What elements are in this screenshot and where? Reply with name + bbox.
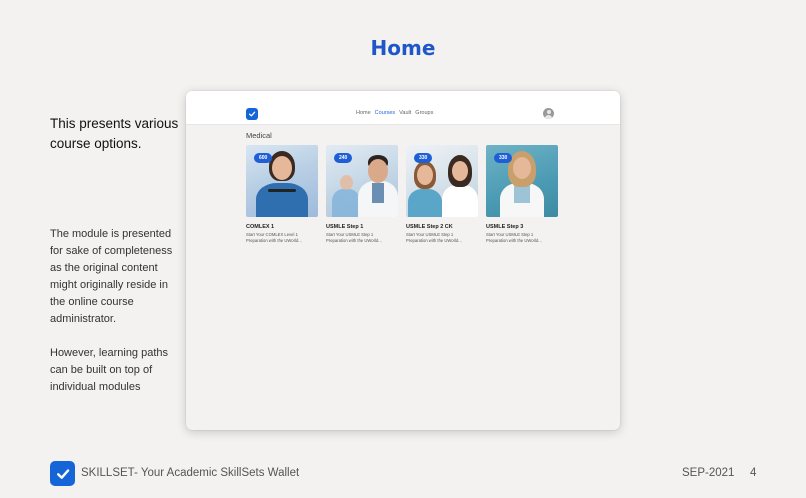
course-card[interactable]: 600 COMLEX 1 Start Your COMLEX Level 1 P… [246, 145, 318, 244]
course-description: Start Your USMLE Step 1 Preparation with… [406, 232, 462, 243]
course-card[interactable]: 330 USMLE Step 2 CK Start Your USMLE Ste… [406, 145, 478, 244]
slide-notes: The module is presented for sake of comp… [50, 226, 182, 396]
section-title: Medical [246, 131, 272, 140]
check-icon [50, 461, 75, 486]
nav-link-groups[interactable]: Groups [415, 110, 433, 116]
footer-brand: SKILLSET- Your Academic SkillSets Wallet [81, 467, 300, 479]
course-image: 240 [326, 145, 398, 217]
course-count-badge: 600 [254, 153, 273, 163]
course-count-badge: 330 [414, 153, 433, 163]
user-avatar-icon[interactable] [543, 108, 554, 119]
nav-link-home[interactable]: Home [356, 110, 371, 116]
course-title: USMLE Step 3 [486, 224, 524, 230]
course-image: 330 [406, 145, 478, 217]
course-count-badge: 240 [334, 153, 353, 163]
notes-paragraph: The module is presented for sake of comp… [50, 228, 173, 325]
course-title: USMLE Step 2 CK [406, 224, 453, 230]
course-image: 330 [486, 145, 558, 217]
slide-description: This presents various course options. [50, 116, 179, 151]
footer-date: SEP-2021 [682, 467, 735, 479]
course-image: 600 [246, 145, 318, 217]
page-title: Home [370, 36, 436, 60]
nav-link-courses[interactable]: Courses [375, 110, 395, 116]
app-screenshot-mockup: Home Courses Vault Groups Medical 600 CO… [186, 91, 620, 430]
course-count-badge: 330 [494, 153, 513, 163]
course-description: Start Your COMLEX Level 1 Preparation wi… [246, 232, 302, 243]
course-title: USMLE Step 1 [326, 224, 364, 230]
course-description: Start Your USMLE Step 1 Preparation with… [326, 232, 382, 243]
app-navbar: Home Courses Vault Groups [186, 91, 620, 125]
course-list: 600 COMLEX 1 Start Your COMLEX Level 1 P… [246, 145, 558, 244]
course-card[interactable]: 330 USMLE Step 3 Start Your USMLE Step 1… [486, 145, 558, 244]
page-number: 4 [750, 467, 757, 479]
course-card[interactable]: 240 USMLE Step 1 Start Your USMLE Step 1… [326, 145, 398, 244]
nav-link-vault[interactable]: Vault [399, 110, 411, 116]
notes-paragraph: However, learning paths can be built on … [50, 347, 169, 393]
course-title: COMLEX 1 [246, 224, 275, 230]
course-description: Start Your USMLE Step 1 Preparation with… [486, 232, 542, 243]
check-icon[interactable] [246, 108, 258, 120]
nav-links: Home Courses Vault Groups [356, 110, 433, 116]
